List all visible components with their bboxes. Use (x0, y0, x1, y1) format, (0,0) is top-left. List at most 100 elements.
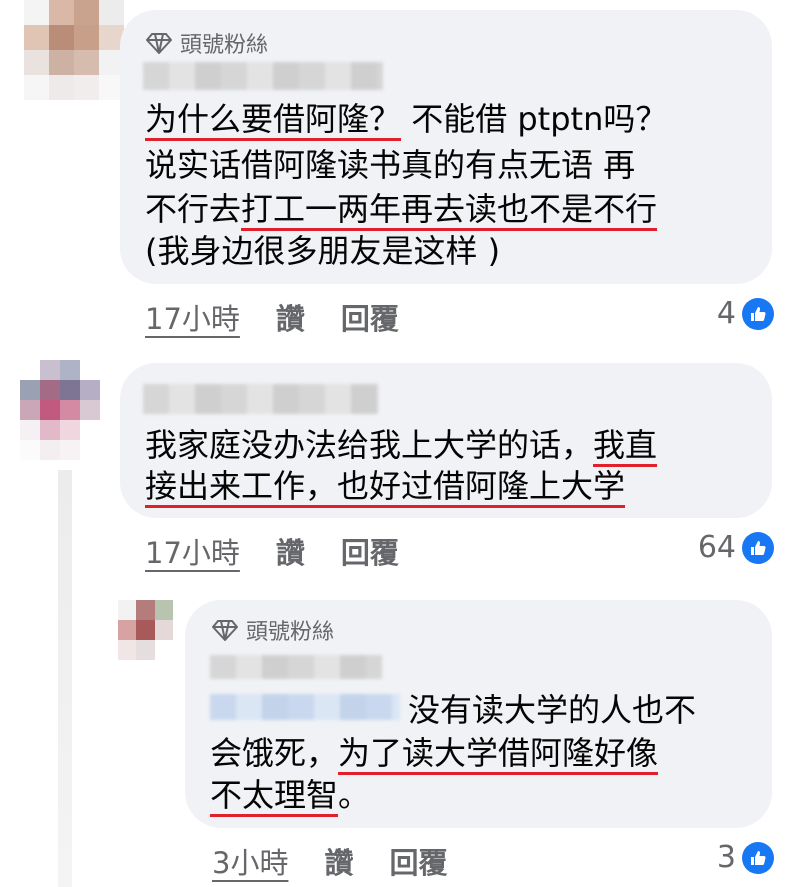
avatar-pixel (24, 75, 49, 100)
text-segment: 。 (338, 776, 371, 814)
text-segment: 没有读大学的人也不 (408, 691, 697, 729)
timestamp-link[interactable]: 3小時 (212, 840, 288, 882)
avatar-pixel (154, 640, 173, 660)
badge-label: 頭號粉絲 (246, 620, 335, 645)
reply-button[interactable]: 回覆 (341, 530, 399, 572)
avatar-pixel (60, 400, 80, 420)
avatar-pixel (40, 400, 60, 420)
avatar-pixel (154, 620, 173, 640)
text-segment: 不行去 (145, 190, 242, 228)
comment-text-line: (我身边很多朋友是这样 ) (145, 228, 500, 274)
reply-button[interactable]: 回覆 (341, 296, 399, 338)
comment-meta: 3小時 讚 回覆 (212, 840, 483, 882)
blurred-username[interactable] (210, 655, 382, 679)
reaction-count: 64 (697, 530, 736, 565)
avatar-pixel (80, 360, 100, 380)
like-thumbs-up-icon (742, 841, 774, 874)
reaction-count: 3 (716, 840, 736, 875)
avatar-pixel (40, 360, 60, 380)
avatar-pixel (136, 640, 155, 660)
underlined-text: 接出来工作，也好过借阿隆上大学 (145, 467, 626, 505)
reaction-summary[interactable]: 4 (717, 296, 774, 331)
avatar-pixel (20, 400, 40, 420)
avatar[interactable] (20, 360, 100, 460)
underlined-text: 打工一两年再去读也不是不行 (241, 190, 658, 228)
diamond-icon (146, 33, 172, 54)
avatar[interactable] (24, 0, 124, 100)
like-thumbs-up-icon (742, 297, 774, 330)
like-button[interactable]: 讚 (276, 530, 305, 572)
avatar-pixel (154, 600, 173, 620)
avatar-pixel (74, 75, 99, 100)
avatar-pixel (60, 380, 80, 400)
avatar-pixel (80, 400, 100, 420)
avatar-pixel (49, 50, 74, 75)
comment-text-line: 说实话借阿隆读书真的有点无语 再 (145, 142, 635, 188)
avatar-pixel (60, 360, 80, 380)
comment-text-line: 接出来工作，也好过借阿隆上大学 (145, 463, 625, 509)
avatar-pixel (80, 420, 100, 440)
avatar-pixel (20, 440, 40, 460)
avatar-pixel (49, 25, 74, 50)
timestamp-link[interactable]: 17小時 (145, 296, 240, 338)
top-fan-badge: 頭號粉絲 (146, 27, 268, 59)
avatar-pixel (74, 50, 99, 75)
avatar-pixel (40, 440, 60, 460)
avatar-pixel (136, 620, 155, 640)
avatar-pixel (99, 0, 124, 25)
badge-label: 頭號粉絲 (180, 33, 269, 58)
underlined-text: 不太理智 (210, 776, 339, 814)
comment-meta: 17小時 讚 回覆 (145, 296, 435, 338)
avatar-pixel (49, 0, 74, 25)
reply-button[interactable]: 回覆 (389, 840, 447, 882)
like-button[interactable]: 讚 (276, 296, 305, 338)
avatar-pixel (20, 420, 40, 440)
underlined-text: 为什么要借阿隆？ (145, 100, 402, 138)
avatar-pixel (118, 600, 137, 620)
avatar-pixel (20, 360, 40, 380)
avatar-pixel (49, 75, 74, 100)
like-thumbs-up-icon (742, 531, 774, 564)
blurred-username[interactable] (143, 384, 378, 414)
comment-text-line: 不行去打工一两年再去读也不是不行 (145, 186, 657, 232)
comment-text-line: 为什么要借阿隆？ 不能借 ptptn吗？ (145, 96, 667, 142)
avatar-pixel (80, 380, 100, 400)
underlined-text: 为了读大学借阿隆好像 (338, 734, 659, 772)
blurred-username[interactable] (143, 62, 383, 90)
avatar-pixel (118, 620, 137, 640)
like-button[interactable]: 讚 (324, 840, 353, 882)
avatar-pixel (40, 380, 60, 400)
reply-thread-line (58, 470, 72, 887)
avatar-pixel (24, 50, 49, 75)
reaction-count: 4 (716, 296, 736, 331)
avatar-pixel (60, 440, 80, 460)
text-segment: 我家庭没办法给我上大学的话， (145, 426, 594, 464)
avatar-pixel (118, 640, 137, 660)
avatar-pixel (74, 0, 99, 25)
text-segment: 不能借 ptptn吗？ (401, 100, 668, 138)
avatar-pixel (136, 600, 155, 620)
text-segment: 会饿死， (210, 734, 339, 772)
comment-text-line: 没有读大学的人也不 (408, 687, 696, 733)
reaction-summary[interactable]: 3 (717, 840, 774, 875)
avatar-pixel (20, 380, 40, 400)
reaction-summary[interactable]: 64 (698, 530, 774, 565)
avatar-pixel (80, 440, 100, 460)
avatar-pixel (74, 25, 99, 50)
avatar-pixel (24, 0, 49, 25)
comment-text-line: 不太理智。 (210, 772, 370, 818)
comment-text-line: 我家庭没办法给我上大学的话，我直 (145, 422, 657, 468)
comment-meta: 17小時 讚 回覆 (145, 530, 435, 572)
avatar-pixel (24, 25, 49, 50)
comment-text-line: 会饿死，为了读大学借阿隆好像 (210, 730, 658, 776)
text-segment: 说实话借阿隆读书真的有点无语 再 (145, 146, 636, 184)
diamond-icon (212, 620, 238, 641)
blurred-mention-tag[interactable] (210, 694, 400, 720)
top-fan-badge: 頭號粉絲 (212, 614, 334, 646)
avatar-pixel (40, 420, 60, 440)
underlined-text: 我直 (593, 426, 658, 464)
avatar[interactable] (118, 600, 173, 660)
timestamp-link[interactable]: 17小時 (145, 530, 240, 572)
avatar-pixel (60, 420, 80, 440)
text-segment: (我身边很多朋友是这样 ) (145, 232, 501, 270)
